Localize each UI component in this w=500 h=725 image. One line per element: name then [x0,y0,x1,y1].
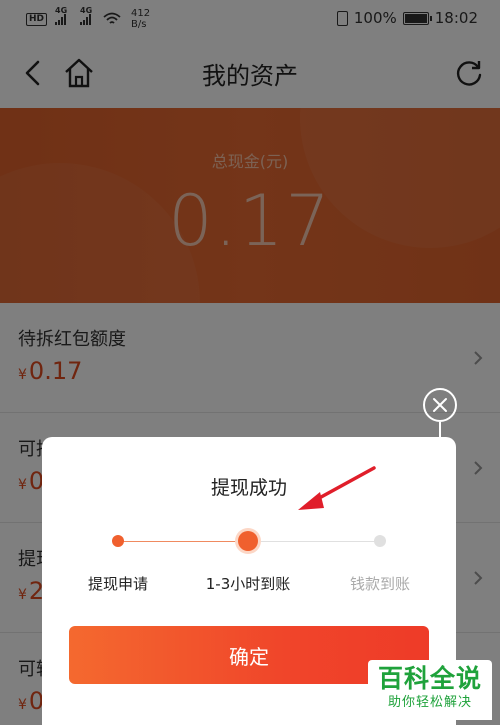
step-label-arrived: 钱款到账 [349,575,410,593]
dialog-title: 提现成功 [210,477,287,499]
watermark-main: 百科全说 [377,664,482,693]
step-dot-current [238,531,258,551]
watermark-logo: 百科全说 助你轻松解决 [368,660,492,720]
step-dot-pending [374,535,386,547]
close-icon [433,398,447,412]
step-dot-done [112,535,124,547]
progress-line-done [118,541,248,542]
step-label-processing: 1-3小时到账 [205,575,291,593]
close-button[interactable] [423,388,457,422]
watermark-sub: 助你轻松解决 [387,695,472,710]
progress-line-pending [256,541,380,542]
close-connector [439,422,441,437]
annotation-arrow-icon [298,466,376,510]
step-label-apply: 提现申请 [87,575,148,593]
